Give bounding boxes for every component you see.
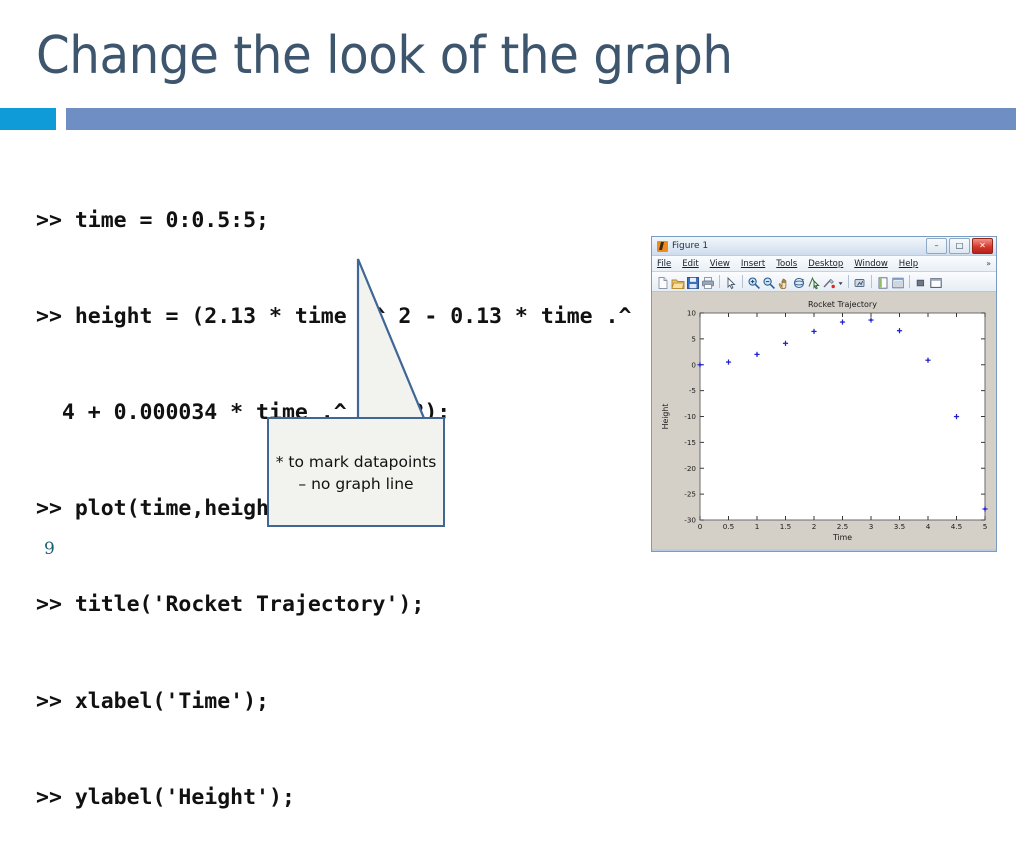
close-button[interactable]: ✕ bbox=[972, 238, 993, 254]
rocket-trajectory-plot: Rocket Trajectory 0 0.5 1 1.5 2 2.5 3 3.5 4 4.5 5 10… bbox=[652, 292, 996, 551]
data-point-marker bbox=[698, 363, 702, 366]
toolbar-separator bbox=[871, 275, 872, 288]
rotate-3d-icon[interactable] bbox=[792, 275, 806, 289]
brush-dropdown-icon[interactable] bbox=[837, 275, 844, 289]
code-line-xlabel: >> xlabel('Time'); bbox=[36, 688, 269, 714]
code-line-height-a: >> height = (2.13 * time .^ 2 - 0.13 * t… bbox=[36, 304, 632, 330]
menu-overflow-icon[interactable]: » bbox=[986, 259, 991, 268]
data-point-marker bbox=[755, 353, 759, 356]
x-tick-label: 3 bbox=[869, 522, 874, 531]
menu-item-edit[interactable]: Edit bbox=[682, 259, 698, 269]
x-tick-label: 4.5 bbox=[951, 522, 962, 531]
brush-icon[interactable] bbox=[822, 275, 836, 289]
toolbar-separator bbox=[742, 275, 743, 288]
new-figure-icon[interactable] bbox=[656, 275, 670, 289]
x-tick-label: 1.5 bbox=[780, 522, 791, 531]
x-tick-label: 0.5 bbox=[723, 522, 734, 531]
y-tick-label: -5 bbox=[689, 386, 696, 395]
figure-toolbar bbox=[652, 272, 996, 292]
plot-browser-icon[interactable] bbox=[891, 275, 905, 289]
code-line-ylabel: >> ylabel('Height'); bbox=[36, 784, 295, 810]
matlab-figure-window[interactable]: Figure 1 – □ ✕ File Edit View Insert Too… bbox=[651, 236, 997, 552]
y-tick-label: -25 bbox=[684, 490, 696, 499]
data-point-marker bbox=[812, 330, 816, 333]
x-tick-label: 3.5 bbox=[894, 522, 905, 531]
y-tick-label: -20 bbox=[684, 464, 696, 473]
y-tick-label: -10 bbox=[684, 412, 696, 421]
y-tick-label: -15 bbox=[684, 438, 696, 447]
chart-title: Rocket Trajectory bbox=[808, 300, 877, 309]
accent-bar-primary bbox=[0, 108, 56, 130]
data-point-marker bbox=[841, 320, 844, 324]
minimize-icon: – bbox=[934, 241, 939, 250]
callout-text: * to mark datapoints – no graph line bbox=[269, 451, 443, 496]
y-axis-label: Height bbox=[661, 404, 670, 430]
menu-item-window[interactable]: Window bbox=[854, 259, 888, 269]
menu-item-desktop[interactable]: Desktop bbox=[808, 259, 843, 269]
x-tick-label: 2.5 bbox=[837, 522, 848, 531]
figure-title-bar[interactable]: Figure 1 – □ ✕ bbox=[652, 237, 996, 256]
y-tick-label: -30 bbox=[684, 516, 696, 525]
maximize-icon: □ bbox=[955, 241, 964, 250]
x-tick-label: 4 bbox=[926, 522, 931, 531]
window-controls: – □ ✕ bbox=[926, 238, 993, 254]
x-tick-label: 1 bbox=[755, 522, 760, 531]
menu-item-view[interactable]: View bbox=[710, 259, 730, 269]
y-tick-label: 10 bbox=[687, 309, 697, 318]
data-point-marker bbox=[898, 329, 901, 332]
matlab-icon bbox=[657, 240, 668, 252]
x-tick-label: 5 bbox=[983, 522, 988, 531]
property-editor-icon[interactable] bbox=[914, 275, 928, 289]
data-point-marker bbox=[727, 360, 730, 364]
accent-bar-secondary bbox=[66, 108, 1016, 130]
toolbar-separator bbox=[719, 275, 720, 288]
pointer-icon[interactable] bbox=[724, 275, 738, 289]
x-tick-label: 2 bbox=[812, 522, 817, 531]
slide-page-number: 9 bbox=[44, 539, 55, 559]
page-title: Change the look of the graph bbox=[36, 26, 733, 86]
code-line-title: >> title('Rocket Trajectory'); bbox=[36, 592, 425, 618]
open-file-icon[interactable] bbox=[671, 275, 685, 289]
y-tick-label: 5 bbox=[691, 334, 696, 343]
zoom-in-icon[interactable] bbox=[747, 275, 761, 289]
menu-item-file[interactable]: File bbox=[657, 259, 671, 269]
axes-frame bbox=[699, 312, 986, 521]
menu-item-tools[interactable]: Tools bbox=[776, 259, 797, 269]
figure-palette-icon[interactable] bbox=[876, 275, 890, 289]
maximize-button[interactable]: □ bbox=[949, 238, 970, 254]
data-point-marker bbox=[955, 415, 958, 418]
toolbar-separator bbox=[848, 275, 849, 288]
callout-box: * to mark datapoints – no graph line bbox=[267, 417, 445, 527]
data-point-marker bbox=[784, 342, 787, 345]
menu-item-insert[interactable]: Insert bbox=[741, 259, 765, 269]
figure-status-bar bbox=[652, 549, 996, 551]
data-point-marker bbox=[869, 318, 873, 322]
link-plot-icon[interactable] bbox=[853, 275, 867, 289]
close-icon: ✕ bbox=[979, 241, 986, 250]
pan-icon[interactable] bbox=[777, 275, 791, 289]
callout-line-1: * to mark datapoints bbox=[275, 453, 437, 471]
minimize-button[interactable]: – bbox=[926, 238, 947, 254]
y-tick-label: 0 bbox=[691, 360, 696, 369]
figure-window-title: Figure 1 bbox=[672, 241, 709, 251]
menu-item-help[interactable]: Help bbox=[899, 259, 918, 269]
callout-line-2: – no graph line bbox=[298, 475, 414, 494]
figure-menu-bar: File Edit View Insert Tools Desktop Wind… bbox=[652, 256, 996, 272]
data-point-marker bbox=[926, 359, 930, 362]
code-line-time: >> time = 0:0.5:5; bbox=[36, 208, 269, 234]
x-axis-label: Time bbox=[832, 533, 852, 542]
data-cursor-icon[interactable] bbox=[807, 275, 821, 289]
toolbar-separator bbox=[909, 275, 910, 288]
x-tick-label: 0 bbox=[698, 522, 703, 531]
print-figure-icon[interactable] bbox=[701, 275, 715, 289]
data-point-marker bbox=[983, 507, 987, 511]
figure-plot-canvas[interactable]: Rocket Trajectory 0 0.5 1 1.5 2 2.5 3 3.5 4 4.5 5 10… bbox=[652, 292, 996, 551]
save-figure-icon[interactable] bbox=[686, 275, 700, 289]
zoom-out-icon[interactable] bbox=[762, 275, 776, 289]
dock-figure-icon[interactable] bbox=[929, 275, 943, 289]
